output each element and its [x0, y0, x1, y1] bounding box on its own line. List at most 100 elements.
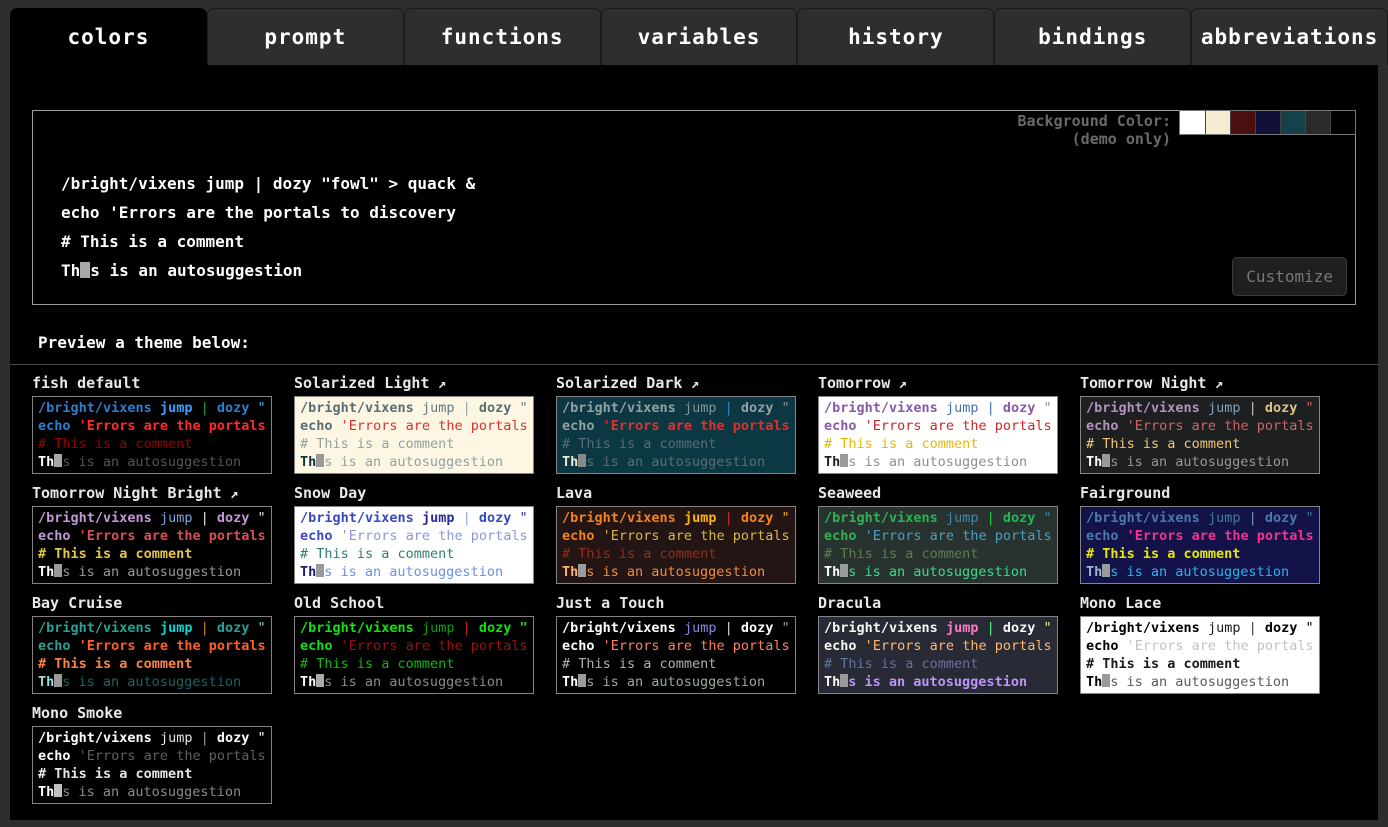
background-color-swatch-2[interactable]	[1230, 111, 1255, 134]
tab-history[interactable]: history	[797, 8, 994, 65]
code-segment: "	[1035, 400, 1051, 416]
theme-sample-line-2: echo 'Errors are the portals	[300, 637, 533, 655]
code-segment	[152, 620, 160, 636]
tab-bindings[interactable]: bindings	[994, 8, 1191, 65]
code-segment	[938, 620, 946, 636]
code-segment: "	[1035, 620, 1051, 636]
code-segment: s is an autosuggestion	[586, 454, 765, 470]
theme-sample-line-2: echo 'Errors are the portals	[824, 417, 1057, 435]
code-segment: dozy	[741, 400, 774, 416]
external-link-icon[interactable]: ↗	[1206, 376, 1223, 392]
theme-sample-line-3: # This is a comment	[300, 435, 533, 453]
background-color-swatch-4[interactable]	[1280, 111, 1305, 134]
external-link-icon[interactable]: ↗	[222, 486, 239, 502]
theme-sample-box[interactable]: /bright/vixens jump | dozy "echo 'Errors…	[32, 726, 272, 804]
theme-sample-box[interactable]: /bright/vixens jump | dozy "echo 'Errors…	[1080, 506, 1320, 584]
theme-sample-box[interactable]: /bright/vixens jump | dozy "echo 'Errors…	[818, 506, 1058, 584]
theme-card-tomorrow[interactable]: Tomorrow ↗/bright/vixens jump | dozy "ec…	[818, 374, 1058, 474]
code-segment	[333, 528, 341, 544]
code-segment: "	[511, 400, 527, 416]
theme-sample-box[interactable]: /bright/vixens jump | dozy "echo 'Errors…	[818, 616, 1058, 694]
background-color-swatch-1[interactable]	[1205, 111, 1230, 134]
code-segment: echo	[562, 528, 595, 544]
theme-sample-box[interactable]: /bright/vixens jump | dozy "echo 'Errors…	[32, 506, 272, 584]
theme-sample-line-2: echo 'Errors are the portals	[38, 637, 271, 655]
theme-sample-box[interactable]: /bright/vixens jump | dozy "echo 'Errors…	[294, 506, 534, 584]
theme-sample-line-1: /bright/vixens jump | dozy "	[300, 509, 533, 527]
code-segment: |	[716, 620, 740, 636]
theme-sample-line-1: /bright/vixens jump | dozy "	[562, 509, 795, 527]
code-segment: echo	[300, 418, 333, 434]
code-segment: Th	[562, 454, 578, 470]
theme-sample-box[interactable]: /bright/vixens jump | dozy "echo 'Errors…	[556, 396, 796, 474]
theme-card-mono-smoke[interactable]: Mono Smoke/bright/vixens jump | dozy "ec…	[32, 704, 272, 804]
code-segment: s is an autosuggestion	[62, 564, 241, 580]
theme-sample-line-1: /bright/vixens jump | dozy "	[824, 619, 1057, 637]
background-color-swatch-3[interactable]	[1255, 111, 1280, 134]
tab-prompt[interactable]: prompt	[207, 8, 404, 65]
theme-card-old-school[interactable]: Old School/bright/vixens jump | dozy "ec…	[294, 594, 534, 694]
code-segment	[414, 620, 422, 636]
external-link-icon[interactable]: ↗	[429, 376, 446, 392]
code-segment	[1119, 418, 1127, 434]
theme-card-fairground[interactable]: Fairground/bright/vixens jump | dozy "ec…	[1080, 484, 1320, 584]
theme-card-tomorrow-night[interactable]: Tomorrow Night ↗ /bright/vixens jump | do…	[1080, 374, 1320, 474]
code-segment: jump	[684, 510, 717, 526]
theme-sample-box[interactable]: /bright/vixens jump | dozy "echo 'Errors…	[1080, 396, 1320, 474]
code-segment: dozy	[1265, 510, 1298, 526]
theme-card-just-a-touch[interactable]: Just a Touch/bright/vixens jump | dozy "…	[556, 594, 796, 694]
code-segment: jump	[1208, 510, 1241, 526]
theme-title: Tomorrow Night Bright ↗	[32, 484, 272, 502]
theme-card-tomorrow-night-bright[interactable]: Tomorrow Night Bright ↗ /bright/vixens ju…	[32, 484, 272, 584]
theme-sample-box[interactable]: /bright/vixens jump | dozy "echo 'Errors…	[1080, 616, 1320, 694]
tab-variables[interactable]: variables	[601, 8, 798, 65]
theme-card-snow-day[interactable]: Snow Day/bright/vixens jump | dozy "echo…	[294, 484, 534, 584]
code-segment: dozy	[1003, 620, 1036, 636]
background-color-swatch-0[interactable]	[1180, 111, 1205, 134]
code-segment: echo	[824, 528, 857, 544]
code-segment	[71, 638, 79, 654]
code-segment	[414, 510, 422, 526]
code-segment: |	[192, 620, 216, 636]
theme-sample-box[interactable]: /bright/vixens jump | dozy "echo 'Errors…	[556, 506, 796, 584]
theme-card-dracula[interactable]: Dracula/bright/vixens jump | dozy "echo …	[818, 594, 1058, 694]
theme-name: Tomorrow Night	[1080, 374, 1206, 392]
theme-name: Mono Lace	[1080, 594, 1161, 612]
theme-card-lava[interactable]: Lava/bright/vixens jump | dozy "echo 'Er…	[556, 484, 796, 584]
code-segment: 'Errors are the portals	[1127, 638, 1314, 654]
theme-sample-box[interactable]: /bright/vixens jump | dozy "echo 'Errors…	[32, 616, 272, 694]
theme-sample-box[interactable]: /bright/vixens jump | dozy "echo 'Errors…	[556, 616, 796, 694]
code-segment: s is an autosuggestion	[1110, 454, 1289, 470]
theme-card-seaweed[interactable]: Seaweed/bright/vixens jump | dozy "echo …	[818, 484, 1058, 584]
code-segment: s is an autosuggestion	[1110, 674, 1289, 690]
theme-card-bay-cruise[interactable]: Bay Cruise/bright/vixens jump | dozy "ec…	[32, 594, 272, 694]
external-link-icon[interactable]: ↗	[890, 376, 907, 392]
code-segment: echo	[38, 748, 71, 764]
theme-name: Mono Smoke	[32, 704, 122, 722]
theme-sample-box[interactable]: /bright/vixens jump | dozy "echo 'Errors…	[294, 396, 534, 474]
code-segment: /bright/vixens	[824, 620, 938, 636]
customize-button[interactable]: Customize	[1232, 257, 1347, 296]
tab-colors[interactable]: colors	[10, 8, 207, 65]
code-segment: |	[454, 510, 478, 526]
theme-card-mono-lace[interactable]: Mono Lace/bright/vixens jump | dozy "ech…	[1080, 594, 1320, 694]
code-segment: jump	[684, 620, 717, 636]
code-segment: # This is a comment	[38, 766, 192, 782]
external-link-icon[interactable]: ↗	[682, 376, 699, 392]
tab-functions[interactable]: functions	[404, 8, 601, 65]
code-segment: |	[1240, 510, 1264, 526]
theme-card-solarized-dark[interactable]: Solarized Dark ↗/bright/vixens jump | do…	[556, 374, 796, 474]
code-segment: s is an autosuggestion	[62, 674, 241, 690]
theme-sample-box[interactable]: /bright/vixens jump | dozy "echo 'Errors…	[294, 616, 534, 694]
background-color-swatch-5[interactable]	[1305, 111, 1330, 134]
tab-abbreviations[interactable]: abbreviations	[1191, 8, 1388, 65]
theme-card-solarized-light[interactable]: Solarized Light ↗/bright/vixens jump | d…	[294, 374, 534, 474]
theme-title: fish default	[32, 374, 272, 392]
theme-card-fish-default[interactable]: fish default/bright/vixens jump | dozy "…	[32, 374, 272, 474]
code-segment: dozy	[1003, 400, 1036, 416]
theme-sample-box[interactable]: /bright/vixens jump | dozy "echo 'Errors…	[818, 396, 1058, 474]
theme-sample-box[interactable]: /bright/vixens jump | dozy "echo 'Errors…	[32, 396, 272, 474]
background-color-swatch-6[interactable]	[1330, 111, 1355, 134]
theme-name: Snow Day	[294, 484, 366, 502]
code-segment: "	[1035, 510, 1051, 526]
